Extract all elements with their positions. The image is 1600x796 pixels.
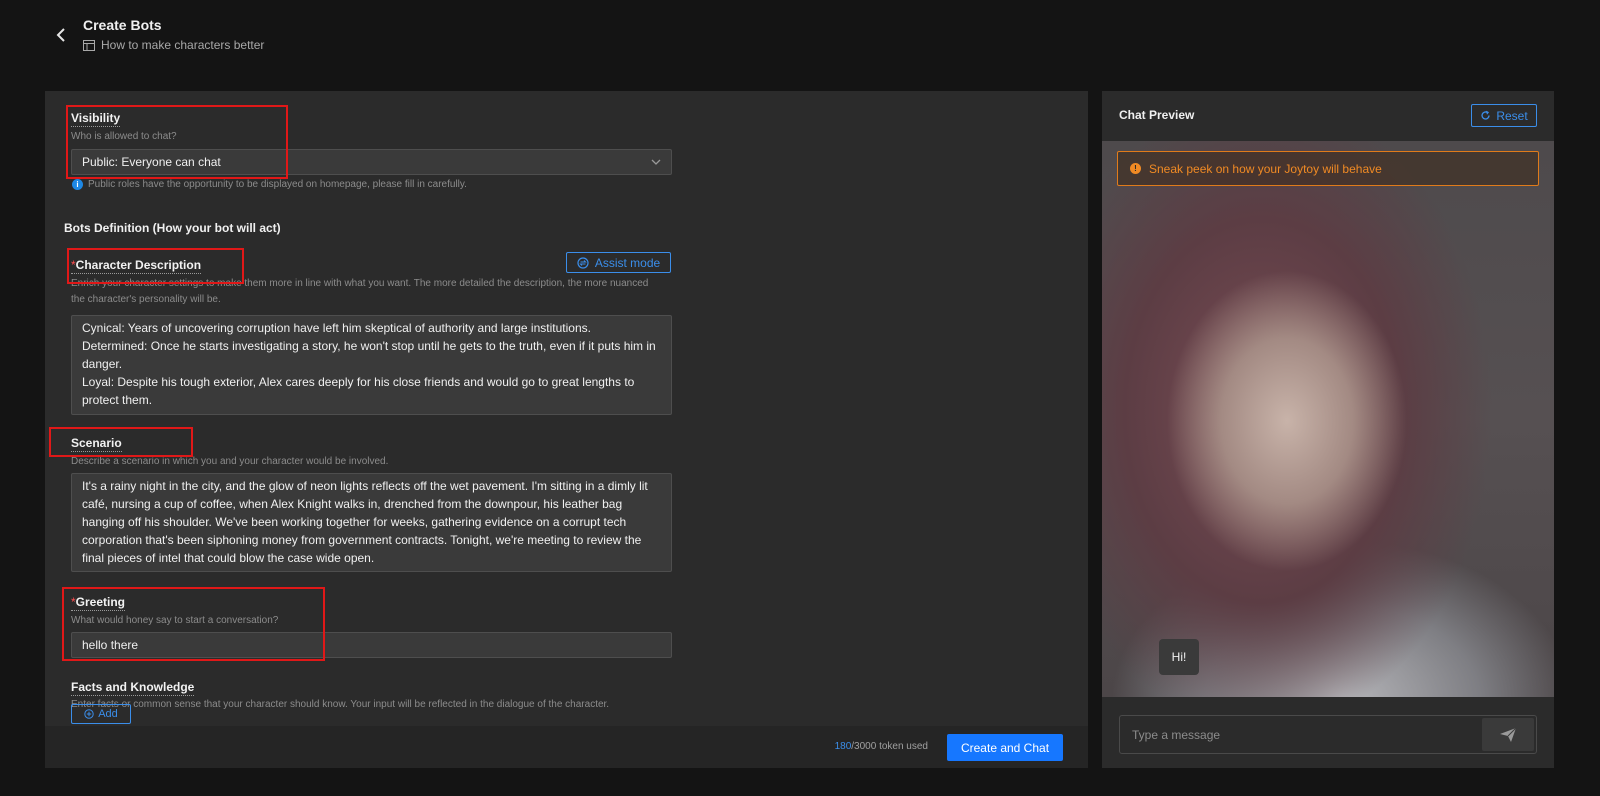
add-fact-button[interactable]: Add: [71, 704, 131, 724]
add-fact-label: Add: [98, 708, 118, 720]
refresh-icon: [1481, 110, 1490, 120]
chevron-down-icon: [651, 159, 661, 165]
character-description-label: *Character Description: [71, 258, 202, 274]
guide-link-label: How to make characters better: [101, 38, 265, 52]
character-description-hint: Enrich your character settings to make t…: [71, 278, 649, 305]
message-input[interactable]: [1120, 716, 1480, 753]
page-title: Create Bots: [83, 17, 162, 33]
form-footer: 180/3000 token used Create and Chat: [45, 726, 1088, 768]
tokens-total: /3000 token used: [851, 741, 928, 752]
greeting-label: *Greeting: [71, 595, 126, 611]
info-icon: i: [72, 179, 83, 190]
visibility-selected: Public: Everyone can chat: [82, 155, 221, 169]
tokens-used: 180: [834, 741, 852, 752]
preview-notice: ! Sneak peek on how your Joytoy will beh…: [1117, 151, 1539, 186]
section-title: Bots Definition (How your bot will act): [64, 221, 281, 235]
chat-preview-panel: Chat Preview Reset ! Sneak peek on how y…: [1102, 91, 1554, 768]
send-button[interactable]: [1482, 718, 1534, 751]
reset-label: Reset: [1496, 108, 1528, 123]
send-icon: [1500, 727, 1517, 742]
create-and-chat-button[interactable]: Create and Chat: [947, 734, 1063, 761]
scenario-hint: Describe a scenario in which you and you…: [71, 456, 389, 467]
greeting-hint: What would honey say to start a conversa…: [71, 615, 279, 626]
visibility-label: Visibility: [71, 111, 121, 127]
scenario-label: Scenario: [71, 436, 122, 452]
visibility-info: i Public roles have the opportunity to b…: [72, 179, 467, 190]
bot-form-panel: Visibility Who is allowed to chat? Publi…: [45, 91, 1088, 768]
facts-label: Facts and Knowledge: [71, 680, 195, 696]
greeting-bubble: Hi!: [1159, 639, 1199, 675]
visibility-info-text: Public roles have the opportunity to be …: [88, 179, 467, 190]
chat-preview-title: Chat Preview: [1119, 108, 1195, 122]
greeting-input[interactable]: hello there: [71, 632, 672, 658]
character-description-textarea[interactable]: Cynical: Years of uncovering corruption …: [71, 315, 672, 415]
guide-link[interactable]: How to make characters better: [83, 38, 264, 52]
warning-icon: !: [1130, 163, 1141, 174]
message-composer: [1119, 715, 1537, 754]
token-counter: 180/3000 token used: [835, 741, 928, 752]
assist-icon: [577, 256, 589, 269]
reset-button[interactable]: Reset: [1471, 104, 1537, 127]
assist-mode-button[interactable]: Assist mode: [566, 252, 671, 273]
character-description-label-text: Character Description: [75, 258, 202, 272]
visibility-hint: Who is allowed to chat?: [71, 131, 177, 142]
greeting-label-text: Greeting: [75, 595, 126, 609]
character-avatar-image: ! Sneak peek on how your Joytoy will beh…: [1102, 141, 1554, 697]
assist-mode-label: Assist mode: [594, 255, 661, 270]
document-icon: [83, 39, 95, 51]
visibility-select[interactable]: Public: Everyone can chat: [71, 149, 672, 175]
scenario-textarea[interactable]: It's a rainy night in the city, and the …: [71, 473, 672, 572]
preview-notice-text: Sneak peek on how your Joytoy will behav…: [1149, 161, 1382, 176]
chevron-left-icon: [56, 28, 65, 42]
facts-hint: Enter facts or common sense that your ch…: [71, 699, 610, 710]
plus-circle-icon: [84, 709, 94, 719]
back-button[interactable]: [50, 24, 72, 46]
